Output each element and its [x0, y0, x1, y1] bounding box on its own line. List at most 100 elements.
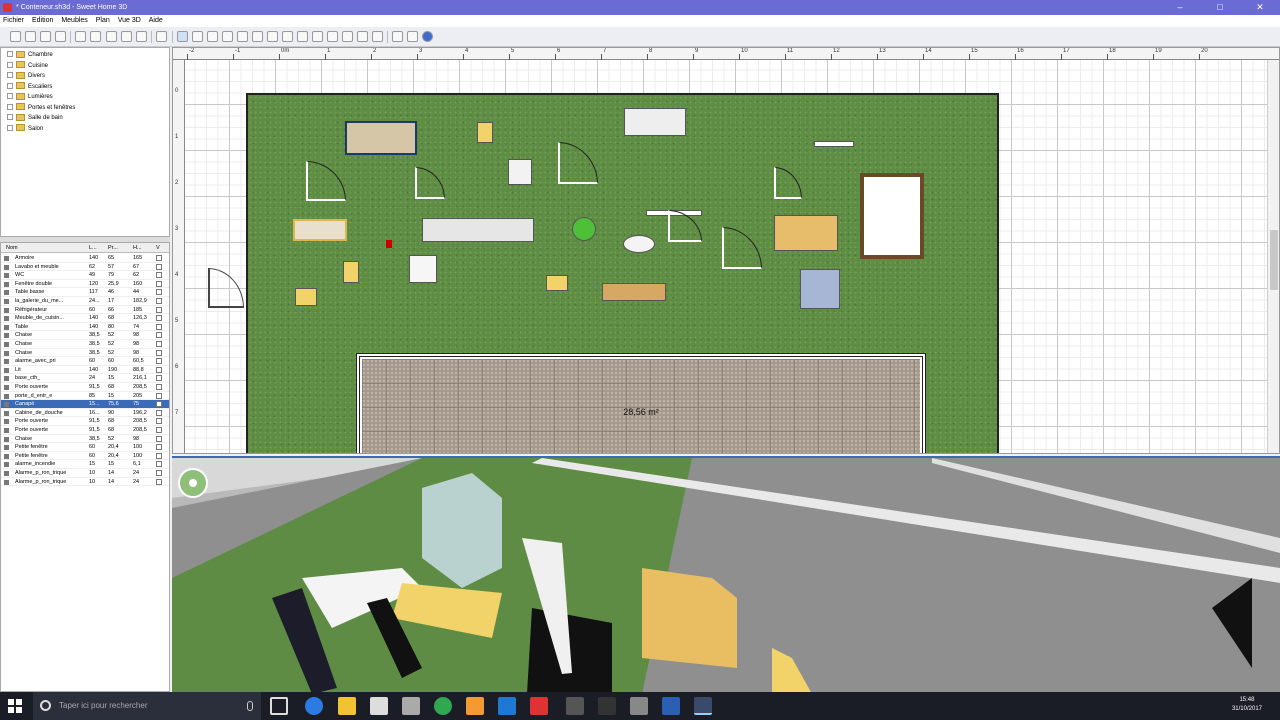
visible-checkbox[interactable]: [156, 298, 162, 304]
app-icon-orange[interactable]: [466, 697, 484, 715]
furniture-row[interactable]: Table 140 80 74: [1, 323, 169, 332]
camera-icon[interactable]: [392, 31, 403, 42]
plan-table-basse[interactable]: [293, 219, 347, 241]
italic-icon[interactable]: [312, 31, 323, 42]
increase-text-icon[interactable]: [327, 31, 338, 42]
3d-view[interactable]: [172, 456, 1280, 692]
plan-door-swing[interactable]: [558, 142, 598, 184]
furniture-row[interactable]: Petite fenêtre 60 20,4 100: [1, 452, 169, 461]
furniture-row[interactable]: porte_d_entr_e 85 15 205: [1, 392, 169, 401]
mail-icon[interactable]: [402, 697, 420, 715]
minimize-button[interactable]: –: [1160, 0, 1200, 15]
catalog-item-salon[interactable]: Salon: [7, 124, 43, 134]
furniture-row[interactable]: Lavabo et meuble 62 57 67: [1, 263, 169, 272]
plan-chair[interactable]: [546, 275, 568, 291]
plan-small-window[interactable]: [814, 141, 854, 147]
furniture-row[interactable]: Cabine_de_douche 16... 90 196,2: [1, 409, 169, 418]
plan-door-swing[interactable]: [774, 167, 802, 199]
furniture-row[interactable]: WC 49 79 62: [1, 271, 169, 280]
redo-icon[interactable]: [90, 31, 101, 42]
task-view-icon[interactable]: [270, 697, 288, 715]
furniture-row[interactable]: Meuble_de_cuisin... 140 68 126,3: [1, 314, 169, 323]
visible-checkbox[interactable]: [156, 306, 162, 313]
text-style-icon[interactable]: [282, 31, 293, 42]
select-arrow-icon[interactable]: [177, 31, 188, 42]
catalog-item-lumieres[interactable]: Lumières: [7, 92, 53, 102]
room-area[interactable]: 28,56 m²: [356, 353, 926, 453]
save-icon[interactable]: [40, 31, 51, 42]
visible-checkbox[interactable]: [156, 470, 162, 476]
add-furniture-icon[interactable]: [156, 31, 167, 42]
paste-icon[interactable]: [136, 31, 147, 42]
visible-checkbox[interactable]: [156, 401, 162, 408]
col-width[interactable]: L...: [89, 243, 97, 253]
furniture-row[interactable]: Chaise 38,5 52 98: [1, 340, 169, 349]
app-icon-black[interactable]: [598, 697, 616, 715]
visible-checkbox[interactable]: [156, 452, 162, 459]
plan-plant[interactable]: [572, 217, 596, 241]
visible-checkbox[interactable]: [156, 392, 162, 399]
create-rooms-icon[interactable]: [222, 31, 233, 42]
zoom-out-icon[interactable]: [372, 31, 383, 42]
menu-vue3d[interactable]: Vue 3D: [118, 17, 141, 24]
plan-vertical-scrollbar[interactable]: [1267, 60, 1279, 453]
visible-checkbox[interactable]: [156, 384, 162, 390]
visible-checkbox[interactable]: [156, 289, 162, 296]
create-walls-icon[interactable]: [207, 31, 218, 42]
visible-checkbox[interactable]: [156, 478, 162, 485]
visible-checkbox[interactable]: [156, 375, 162, 382]
visible-checkbox[interactable]: [156, 263, 162, 270]
menu-fichier[interactable]: Fichier: [3, 17, 24, 24]
maximize-button[interactable]: □: [1200, 0, 1240, 15]
open-file-icon[interactable]: [25, 31, 36, 42]
calculator-icon[interactable]: [630, 697, 648, 715]
file-explorer-icon[interactable]: [338, 697, 356, 715]
help-icon[interactable]: [422, 31, 433, 42]
microphone-icon[interactable]: [247, 701, 253, 711]
visible-checkbox[interactable]: [156, 435, 162, 442]
plan-entry-door[interactable]: [208, 268, 244, 308]
furniture-row[interactable]: Porte ouverte 91,5 68 208,5: [1, 426, 169, 435]
app-icon-dark[interactable]: [566, 697, 584, 715]
furniture-row[interactable]: Porte ouverte 91,5 68 208,5: [1, 417, 169, 426]
visible-checkbox[interactable]: [156, 409, 162, 416]
visible-checkbox[interactable]: [156, 255, 162, 261]
pdf-reader-icon[interactable]: [530, 697, 548, 715]
plan-alarm[interactable]: [386, 240, 392, 248]
plan-door-swing[interactable]: [415, 167, 445, 199]
scissors-icon[interactable]: [106, 31, 117, 42]
container-floor[interactable]: 28,56 m²: [246, 93, 999, 453]
windows-start-icon[interactable]: [8, 699, 22, 713]
add-text-icon[interactable]: [267, 31, 278, 42]
visible-checkbox[interactable]: [156, 272, 162, 279]
furniture-row[interactable]: Porte ouverte 91,5 68 208,5: [1, 383, 169, 392]
edge-browser-icon[interactable]: [305, 697, 323, 715]
plan-grid[interactable]: 28,56 m²: [185, 60, 1267, 453]
visible-checkbox[interactable]: [156, 461, 162, 468]
catalog-item-chambre[interactable]: Chambre: [7, 50, 53, 60]
plan-wardrobe[interactable]: [774, 215, 838, 251]
visible-checkbox[interactable]: [156, 349, 162, 356]
check-app-icon[interactable]: [498, 697, 516, 715]
create-polylines-icon[interactable]: [237, 31, 248, 42]
furniture-row[interactable]: alarme_avec_pri 60 60 60,5: [1, 357, 169, 366]
menu-meubles[interactable]: Meubles: [61, 17, 87, 24]
visible-checkbox[interactable]: [156, 315, 162, 322]
menu-plan[interactable]: Plan: [96, 17, 110, 24]
undo-icon[interactable]: [75, 31, 86, 42]
furniture-row[interactable]: Fenêtre double 120 25,9 160: [1, 280, 169, 289]
furniture-row[interactable]: Chaise 38,5 52 98: [1, 349, 169, 358]
furniture-row[interactable]: Canapé 15... 75,6 75: [1, 400, 169, 409]
visible-checkbox[interactable]: [156, 427, 162, 433]
plan-fridge[interactable]: [409, 255, 437, 283]
create-dimensions-icon[interactable]: [252, 31, 263, 42]
3d-navigation-arrows-icon[interactable]: [178, 468, 208, 498]
furniture-row[interactable]: la_galerie_du_me... 24... 17 182,9: [1, 297, 169, 306]
zoom-in-icon[interactable]: [357, 31, 368, 42]
catalog-item-cuisine[interactable]: Cuisine: [7, 61, 48, 71]
catalog-item-divers[interactable]: Divers: [7, 71, 45, 81]
furniture-row[interactable]: Armoire 140 65 165: [1, 254, 169, 263]
plan-shower-cabin[interactable]: [800, 269, 840, 309]
pan-hand-icon[interactable]: [192, 31, 203, 42]
catalog-item-portes-fenetres[interactable]: Portes et fenêtres: [7, 103, 75, 113]
